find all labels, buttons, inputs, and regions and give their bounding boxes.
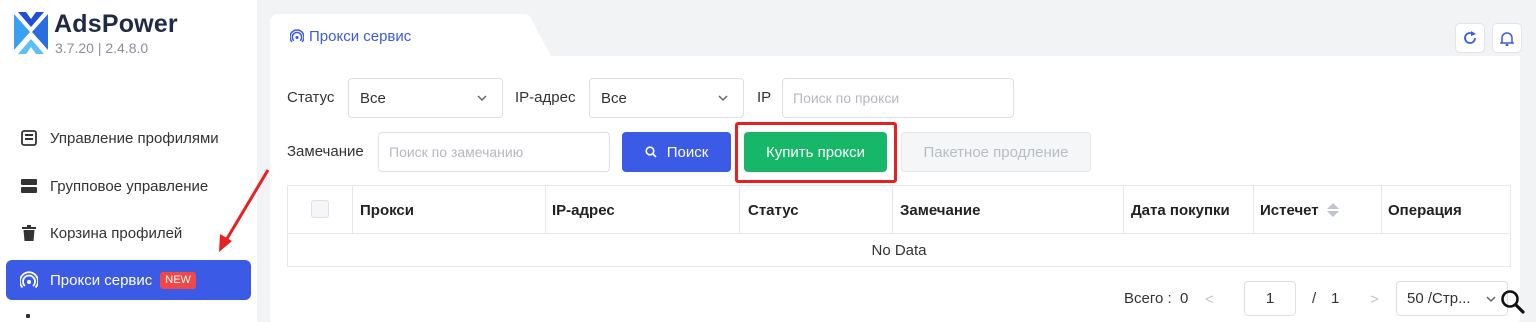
search-button[interactable]: Поиск (622, 132, 731, 172)
column-remark: Замечание (893, 186, 1124, 234)
notifications-button[interactable] (1492, 23, 1522, 53)
sort-icon[interactable] (1326, 203, 1339, 217)
proxy-search-input[interactable] (782, 78, 1014, 118)
sidebar-item-label: Корзина профилей (50, 224, 183, 242)
new-badge: NEW (160, 271, 196, 289)
sidebar: AdsPower 3.7.20 | 2.4.8.0 Управление про… (0, 0, 257, 322)
sidebar-item-trash[interactable]: Корзина профилей (6, 213, 251, 253)
magnifier-icon[interactable] (1500, 289, 1526, 315)
refresh-icon (1464, 31, 1476, 44)
sidebar-item-groups[interactable]: Групповое управление (6, 166, 251, 206)
ip-search-label: IP (757, 89, 772, 106)
search-icon (645, 146, 657, 158)
sidebar-item-profiles[interactable]: Управление профилями (6, 118, 251, 158)
ip-address-select[interactable]: Все (589, 78, 744, 118)
proxy-signal-icon (20, 271, 38, 289)
page-number-input[interactable] (1244, 281, 1296, 316)
ip-address-label: IP-адрес (515, 89, 576, 106)
sidebar-item-label: Групповое управление (50, 177, 209, 195)
sidebar-item-label: Управление профилями (50, 129, 219, 147)
chevron-down-icon (477, 95, 487, 102)
proxy-signal-icon (290, 29, 304, 43)
batch-renew-button-label: Пакетное продление (923, 143, 1069, 161)
column-ip-address: IP-адрес (546, 186, 740, 234)
page-size-select[interactable]: 50 /Стр... (1396, 281, 1508, 316)
column-purchase-date: Дата покупки (1124, 186, 1254, 234)
trash-icon (20, 224, 38, 242)
app-name: AdsPower (54, 10, 178, 38)
total-pages: 1 (1331, 290, 1340, 307)
column-expires[interactable]: Истечет (1254, 186, 1382, 234)
select-all-cell (288, 186, 353, 234)
group-icon (20, 177, 38, 195)
column-status: Статус (740, 186, 893, 234)
total-label: Всего : (1124, 290, 1172, 307)
empty-state-text: No Data (871, 241, 927, 259)
total-value: 0 (1180, 290, 1189, 307)
annotation-highlight-box (735, 122, 897, 183)
status-label: Статус (287, 89, 335, 106)
page-separator: / (1312, 290, 1317, 307)
table-header: Прокси IP-адрес Статус Замечание Дата по… (288, 186, 1510, 234)
prev-page-button[interactable]: < (1205, 291, 1214, 308)
remark-search-input[interactable] (378, 132, 610, 172)
page-size-value: 50 /Стр... (1407, 290, 1471, 307)
sidebar-item-partial (26, 314, 30, 318)
column-proxy: Прокси (353, 186, 546, 234)
select-all-checkbox[interactable] (311, 200, 329, 218)
refresh-button[interactable] (1455, 23, 1485, 53)
adspower-logo-icon (14, 12, 48, 54)
chevron-down-icon (718, 95, 728, 102)
ip-address-select-value: Все (601, 89, 627, 107)
bell-icon (1500, 31, 1514, 46)
remark-label: Замечание (287, 143, 364, 160)
tab-proxy-service[interactable]: Прокси сервис (270, 14, 532, 58)
tab-label: Прокси сервис (309, 27, 412, 45)
next-page-button[interactable]: > (1370, 291, 1379, 308)
chevron-down-icon (1486, 296, 1496, 303)
profile-list-icon (20, 129, 38, 147)
status-select[interactable]: Все (348, 78, 503, 118)
search-button-label: Поиск (666, 143, 709, 161)
sidebar-item-label: Прокси сервис (50, 271, 153, 289)
column-operation: Операция (1388, 201, 1462, 219)
app-version: 3.7.20 | 2.4.8.0 (55, 40, 149, 56)
sidebar-item-proxy[interactable]: Прокси сервис NEW (6, 260, 251, 300)
batch-renew-button[interactable]: Пакетное продление (901, 132, 1091, 172)
proxy-table: Прокси IP-адрес Статус Замечание Дата по… (287, 185, 1511, 267)
status-select-value: Все (360, 89, 386, 107)
